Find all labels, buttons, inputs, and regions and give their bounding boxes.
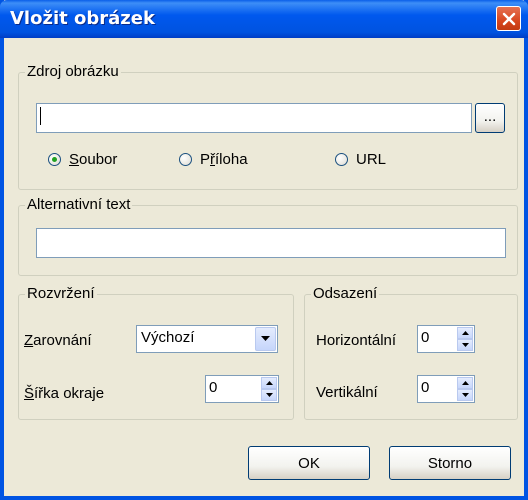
alt-text-group: Alternativní text <box>18 196 518 276</box>
radio-attachment-circle[interactable] <box>179 153 192 166</box>
arrow-down-icon <box>461 393 469 397</box>
image-path-input[interactable] <box>36 103 472 133</box>
vertical-decrement[interactable] <box>457 389 473 401</box>
ok-button-label: OK <box>298 454 320 472</box>
browse-button[interactable]: ... <box>475 103 505 133</box>
border-width-spin-buttons[interactable] <box>261 377 277 401</box>
arrow-down-icon <box>265 393 273 397</box>
border-width-label: Šířka okraje <box>24 385 105 402</box>
alignment-label: Zarovnání <box>24 332 92 349</box>
alignment-select-value: Výchozí <box>141 329 195 346</box>
radio-file-label: Soubor <box>69 151 118 168</box>
alignment-dropdown-button[interactable] <box>255 327 276 351</box>
radio-url-circle[interactable] <box>335 153 348 166</box>
border-width-decrement[interactable] <box>261 389 277 401</box>
chevron-down-icon <box>261 336 270 341</box>
layout-group-label: Rozvržení <box>25 285 97 303</box>
horizontal-spin-buttons[interactable] <box>457 327 473 351</box>
arrow-up-icon <box>461 331 469 335</box>
horizontal-spinner[interactable]: 0 <box>417 325 475 353</box>
arrow-up-icon <box>265 381 273 385</box>
horizontal-increment[interactable] <box>457 327 473 339</box>
dialog-title: Vložit obrázek <box>10 8 155 29</box>
radio-attachment[interactable]: Příloha <box>179 151 248 168</box>
alignment-select[interactable]: Výchozí <box>136 325 278 353</box>
horizontal-label: Horizontální <box>316 332 397 349</box>
vertical-label: Vertikální <box>316 384 378 401</box>
radio-file-circle[interactable] <box>48 153 61 166</box>
radio-url[interactable]: URL <box>335 151 386 168</box>
cancel-button[interactable]: Storno <box>389 446 511 480</box>
border-width-value: 0 <box>209 379 218 396</box>
vertical-value: 0 <box>421 379 430 396</box>
vertical-spinner[interactable]: 0 <box>417 375 475 403</box>
arrow-down-icon <box>461 343 469 347</box>
alt-text-group-label: Alternativní text <box>25 196 133 214</box>
ok-button[interactable]: OK <box>248 446 370 480</box>
vertical-increment[interactable] <box>457 377 473 389</box>
image-source-group-label: Zdroj obrázku <box>25 63 121 81</box>
vertical-spin-buttons[interactable] <box>457 377 473 401</box>
image-source-group: Zdroj obrázku ... Soubor Příloha URL <box>18 63 518 190</box>
title-bar[interactable]: Vložit obrázek <box>0 0 528 38</box>
radio-attachment-label: Příloha <box>200 151 248 168</box>
close-icon <box>502 12 515 25</box>
browse-button-label: ... <box>483 107 497 125</box>
horizontal-value: 0 <box>421 329 430 346</box>
close-button[interactable] <box>496 6 521 31</box>
radio-url-label: URL <box>356 151 387 168</box>
cancel-button-label: Storno <box>427 454 473 472</box>
insert-image-dialog: Vložit obrázek Zdroj obrázku ... Soubor … <box>0 0 528 500</box>
border-width-spinner[interactable]: 0 <box>205 375 279 403</box>
spacing-group-label: Odsazení <box>311 285 380 303</box>
arrow-up-icon <box>461 381 469 385</box>
border-width-increment[interactable] <box>261 377 277 389</box>
horizontal-decrement[interactable] <box>457 339 473 351</box>
alt-text-input[interactable] <box>36 228 506 258</box>
text-caret <box>40 107 41 125</box>
radio-file[interactable]: Soubor <box>48 151 117 168</box>
layout-group: Rozvržení Zarovnání Výchozí Šířka okraje… <box>18 285 294 420</box>
spacing-group: Odsazení Horizontální 0 Vertikální 0 <box>304 285 518 420</box>
